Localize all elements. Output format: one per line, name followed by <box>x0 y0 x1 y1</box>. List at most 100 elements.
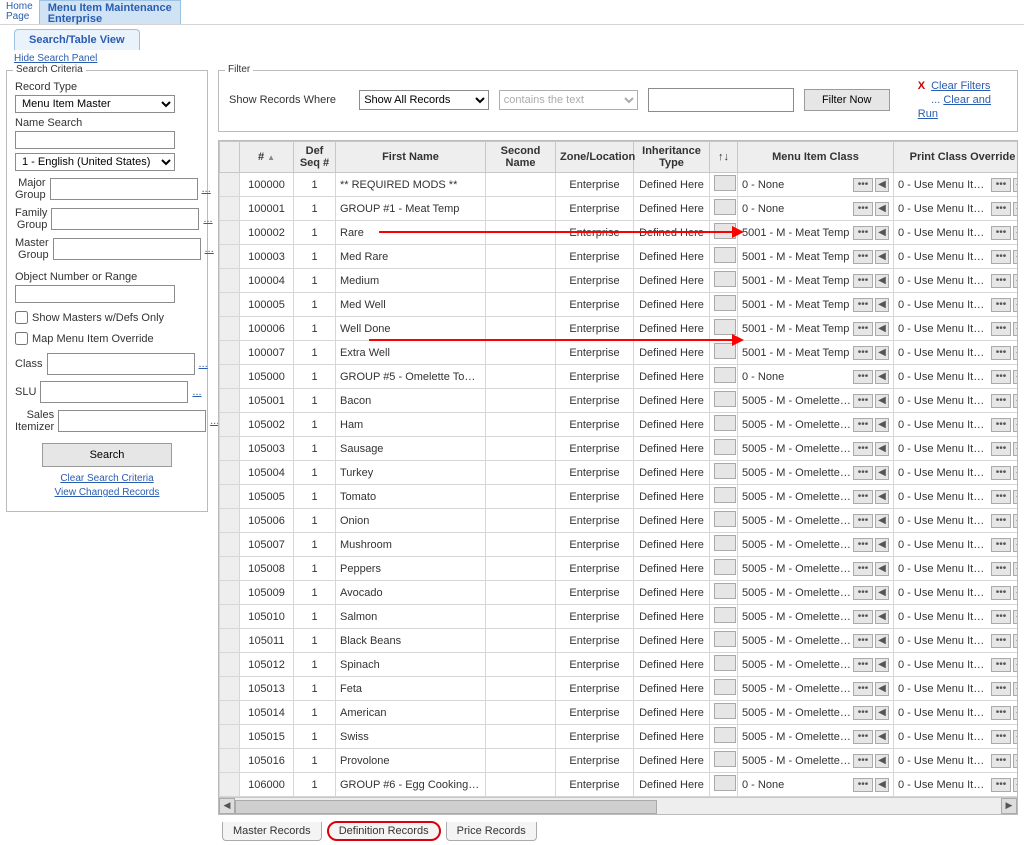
cell-menu-item-class[interactable]: 5005 - M - Omelette Toppings•••◀ <box>738 629 894 653</box>
cell-print-class[interactable]: 0 - Use Menu Item Class Set•••◀ <box>894 365 1019 389</box>
row-selector[interactable] <box>220 557 240 581</box>
cell-first-name[interactable]: Well Done <box>336 317 486 341</box>
print-class-lookup[interactable]: ••• <box>991 610 1011 624</box>
cell-sort-button[interactable] <box>710 269 738 293</box>
print-class-nav[interactable]: ◀ <box>1013 586 1018 600</box>
cell-second-name[interactable] <box>486 581 556 605</box>
clear-search-criteria-link[interactable]: Clear Search Criteria <box>15 473 199 484</box>
cell-sort-button[interactable] <box>710 365 738 389</box>
cell-print-class[interactable]: 0 - Use Menu Item Class Set•••◀ <box>894 293 1019 317</box>
print-class-lookup[interactable]: ••• <box>991 298 1011 312</box>
menu-item-class-lookup[interactable]: ••• <box>853 490 873 504</box>
cell-second-name[interactable] <box>486 509 556 533</box>
table-row[interactable]: 1000051Med WellEnterpriseDefined Here500… <box>220 293 1019 317</box>
cell-first-name[interactable]: Ham <box>336 413 486 437</box>
print-class-lookup[interactable]: ••• <box>991 658 1011 672</box>
cell-second-name[interactable] <box>486 773 556 797</box>
cell-first-name[interactable]: Medium <box>336 269 486 293</box>
menu-item-class-lookup[interactable]: ••• <box>853 706 873 720</box>
print-class-lookup[interactable]: ••• <box>991 490 1011 504</box>
cell-print-class[interactable]: 0 - Use Menu Item Class Set•••◀ <box>894 485 1019 509</box>
col-first-name[interactable]: First Name <box>336 142 486 173</box>
table-row[interactable]: 1000041MediumEnterpriseDefined Here5001 … <box>220 269 1019 293</box>
cell-menu-item-class[interactable]: 5005 - M - Omelette Toppings•••◀ <box>738 485 894 509</box>
menu-item-class-nav[interactable]: ◀ <box>875 418 889 432</box>
print-class-lookup[interactable]: ••• <box>991 706 1011 720</box>
cell-menu-item-class[interactable]: 5005 - M - Omelette Toppings•••◀ <box>738 413 894 437</box>
print-class-lookup[interactable]: ••• <box>991 178 1011 192</box>
cell-first-name[interactable]: Onion <box>336 509 486 533</box>
row-selector[interactable] <box>220 197 240 221</box>
horizontal-scrollbar[interactable]: ◀ ▶ <box>219 797 1017 814</box>
table-row[interactable]: 1050051TomatoEnterpriseDefined Here5005 … <box>220 485 1019 509</box>
row-selector[interactable] <box>220 173 240 197</box>
cell-first-name[interactable]: Peppers <box>336 557 486 581</box>
cell-print-class[interactable]: 0 - Use Menu Item Class Set•••◀ <box>894 413 1019 437</box>
print-class-nav[interactable]: ◀ <box>1013 418 1018 432</box>
menu-item-class-lookup[interactable]: ••• <box>853 562 873 576</box>
filter-now-button[interactable]: Filter Now <box>804 89 890 111</box>
menu-item-class-nav[interactable]: ◀ <box>875 754 889 768</box>
view-changed-records-link[interactable]: View Changed Records <box>15 487 199 498</box>
print-class-lookup[interactable]: ••• <box>991 346 1011 360</box>
cell-second-name[interactable] <box>486 173 556 197</box>
cell-first-name[interactable]: Med Rare <box>336 245 486 269</box>
row-selector[interactable] <box>220 389 240 413</box>
map-override-check[interactable]: Map Menu Item Override <box>15 332 199 345</box>
cell-menu-item-class[interactable]: 5005 - M - Omelette Toppings•••◀ <box>738 725 894 749</box>
cell-menu-item-class[interactable]: 5005 - M - Omelette Toppings•••◀ <box>738 677 894 701</box>
cell-second-name[interactable] <box>486 293 556 317</box>
print-class-lookup[interactable]: ••• <box>991 418 1011 432</box>
menu-item-class-lookup[interactable]: ••• <box>853 538 873 552</box>
menu-item-class-lookup[interactable]: ••• <box>853 298 873 312</box>
cell-sort-button[interactable] <box>710 629 738 653</box>
cell-menu-item-class[interactable]: 5005 - M - Omelette Toppings•••◀ <box>738 701 894 725</box>
menu-item-class-lookup[interactable]: ••• <box>853 730 873 744</box>
filter-field-select[interactable]: Show All Records <box>359 90 489 110</box>
cell-second-name[interactable] <box>486 461 556 485</box>
sales-itemizer-input[interactable] <box>58 410 206 432</box>
print-class-lookup[interactable]: ••• <box>991 514 1011 528</box>
cell-second-name[interactable] <box>486 605 556 629</box>
cell-menu-item-class[interactable]: 0 - None•••◀ <box>738 773 894 797</box>
cell-menu-item-class[interactable]: 5005 - M - Omelette Toppings•••◀ <box>738 653 894 677</box>
cell-sort-button[interactable] <box>710 437 738 461</box>
col-sort[interactable]: ↑↓ <box>710 142 738 173</box>
cell-print-class[interactable]: 0 - Use Menu Item Class Set•••◀ <box>894 581 1019 605</box>
table-row[interactable]: 1050161ProvoloneEnterpriseDefined Here50… <box>220 749 1019 773</box>
print-class-lookup[interactable]: ••• <box>991 226 1011 240</box>
print-class-nav[interactable]: ◀ <box>1013 442 1018 456</box>
cell-first-name[interactable]: Provolone <box>336 749 486 773</box>
menu-item-class-nav[interactable]: ◀ <box>875 274 889 288</box>
cell-second-name[interactable] <box>486 365 556 389</box>
cell-sort-button[interactable] <box>710 773 738 797</box>
print-class-nav[interactable]: ◀ <box>1013 226 1018 240</box>
cell-first-name[interactable]: Extra Well <box>336 341 486 365</box>
name-search-input[interactable] <box>15 131 175 149</box>
filter-operator-select[interactable]: contains the text <box>499 90 638 110</box>
cell-first-name[interactable]: GROUP #5 - Omelette Toppings <box>336 365 486 389</box>
cell-print-class[interactable]: 0 - Use Menu Item Class Set•••◀ <box>894 509 1019 533</box>
print-class-nav[interactable]: ◀ <box>1013 658 1018 672</box>
cell-sort-button[interactable] <box>710 317 738 341</box>
scroll-thumb[interactable] <box>235 800 657 814</box>
cell-menu-item-class[interactable]: 5005 - M - Omelette Toppings•••◀ <box>738 749 894 773</box>
cell-print-class[interactable]: 0 - Use Menu Item Class Set•••◀ <box>894 221 1019 245</box>
cell-menu-item-class[interactable]: 5005 - M - Omelette Toppings•••◀ <box>738 533 894 557</box>
menu-item-class-lookup[interactable]: ••• <box>853 610 873 624</box>
table-row[interactable]: 1000071Extra WellEnterpriseDefined Here5… <box>220 341 1019 365</box>
print-class-nav[interactable]: ◀ <box>1013 274 1018 288</box>
table-row[interactable]: 1050141AmericanEnterpriseDefined Here500… <box>220 701 1019 725</box>
cell-second-name[interactable] <box>486 221 556 245</box>
menu-item-class-nav[interactable]: ◀ <box>875 250 889 264</box>
cell-menu-item-class[interactable]: 5005 - M - Omelette Toppings•••◀ <box>738 509 894 533</box>
cell-first-name[interactable]: Feta <box>336 677 486 701</box>
hide-search-panel-link[interactable]: Hide Search Panel <box>14 53 97 64</box>
scroll-right-button[interactable]: ▶ <box>1001 798 1017 814</box>
row-selector[interactable] <box>220 653 240 677</box>
print-class-lookup[interactable]: ••• <box>991 730 1011 744</box>
cell-second-name[interactable] <box>486 317 556 341</box>
cell-sort-button[interactable] <box>710 581 738 605</box>
cell-sort-button[interactable] <box>710 533 738 557</box>
menu-item-class-lookup[interactable]: ••• <box>853 418 873 432</box>
